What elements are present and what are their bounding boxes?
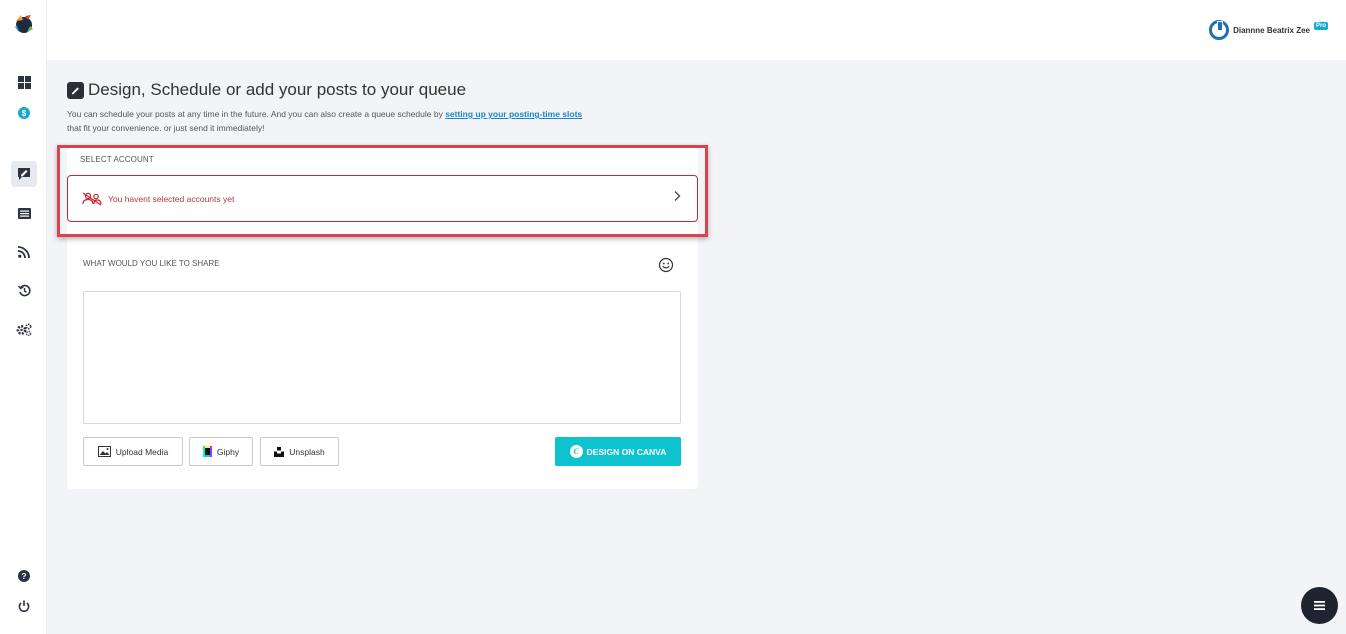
power-icon [18, 600, 30, 612]
sidebar-item-feeds[interactable] [11, 239, 37, 265]
sidebar-item-billing[interactable]: $ [11, 100, 37, 126]
queue-list-icon [17, 207, 31, 219]
subtitle-text: You can schedule your posts at any time … [67, 109, 446, 119]
sidebar: $ ? [0, 0, 47, 634]
image-upload-icon [97, 446, 111, 457]
settings-gears-icon [16, 322, 32, 336]
compose-post-icon [18, 168, 30, 180]
giphy-button[interactable]: Giphy [189, 437, 253, 466]
sidebar-item-settings[interactable] [11, 316, 37, 342]
page-subtitle: You can schedule your posts at any time … [67, 108, 587, 135]
emoji-icon [658, 257, 674, 273]
giphy-icon [202, 446, 212, 457]
app-logo[interactable] [12, 12, 36, 36]
sidebar-item-help[interactable]: ? [11, 563, 37, 589]
design-on-canva-button[interactable]: C DESIGN ON CANVA [555, 437, 681, 466]
history-icon [17, 284, 31, 296]
post-text-area[interactable] [83, 291, 681, 424]
canva-icon: C [569, 445, 583, 458]
unsplash-icon [274, 446, 285, 457]
hamburger-menu-icon [1314, 601, 1325, 610]
user-name: Diannne Beatrix Zee [1233, 25, 1310, 35]
upload-media-button[interactable]: Upload Media [83, 437, 183, 466]
sidebar-item-dashboard[interactable] [11, 69, 37, 95]
unsplash-label: Unsplash [289, 446, 325, 457]
dollar-coin-icon: $ [18, 107, 30, 119]
design-on-canva-label: DESIGN ON CANVA [586, 446, 667, 457]
sidebar-item-queue[interactable] [11, 200, 37, 226]
page-title-text: Design, Schedule or add your posts to yo… [88, 80, 467, 99]
sidebar-item-history[interactable] [11, 277, 37, 303]
posting-time-slots-link[interactable]: setting up your posting-time slots [445, 109, 582, 119]
top-bar: Diannne Beatrix Zee Pro [47, 0, 1346, 60]
svg-text:$: $ [22, 109, 27, 118]
unsplash-button[interactable]: Unsplash [260, 437, 339, 466]
subtitle-text-end: that fit your convenience. or just send … [67, 122, 265, 133]
help-icon: ? [18, 570, 30, 582]
menu-fab-button[interactable] [1301, 587, 1338, 624]
giphy-label: Giphy [216, 446, 240, 457]
sidebar-item-logout[interactable] [11, 593, 37, 619]
user-menu[interactable]: Diannne Beatrix Zee Pro [1209, 20, 1328, 40]
dashboard-icon [17, 75, 31, 89]
rss-feed-icon [18, 246, 30, 258]
sidebar-item-compose[interactable] [11, 161, 37, 187]
share-label: WHAT WOULD YOU LIKE TO SHARE [83, 259, 220, 268]
page-title: Design, Schedule or add your posts to yo… [67, 80, 466, 100]
compose-post-icon [67, 81, 84, 99]
user-avatar[interactable] [1209, 20, 1230, 40]
account-selector-highlight [57, 145, 708, 237]
pro-badge: Pro [1313, 22, 1328, 30]
svg-text:?: ? [21, 571, 26, 581]
upload-media-label: Upload Media [115, 446, 169, 457]
emoji-button[interactable] [658, 257, 674, 278]
